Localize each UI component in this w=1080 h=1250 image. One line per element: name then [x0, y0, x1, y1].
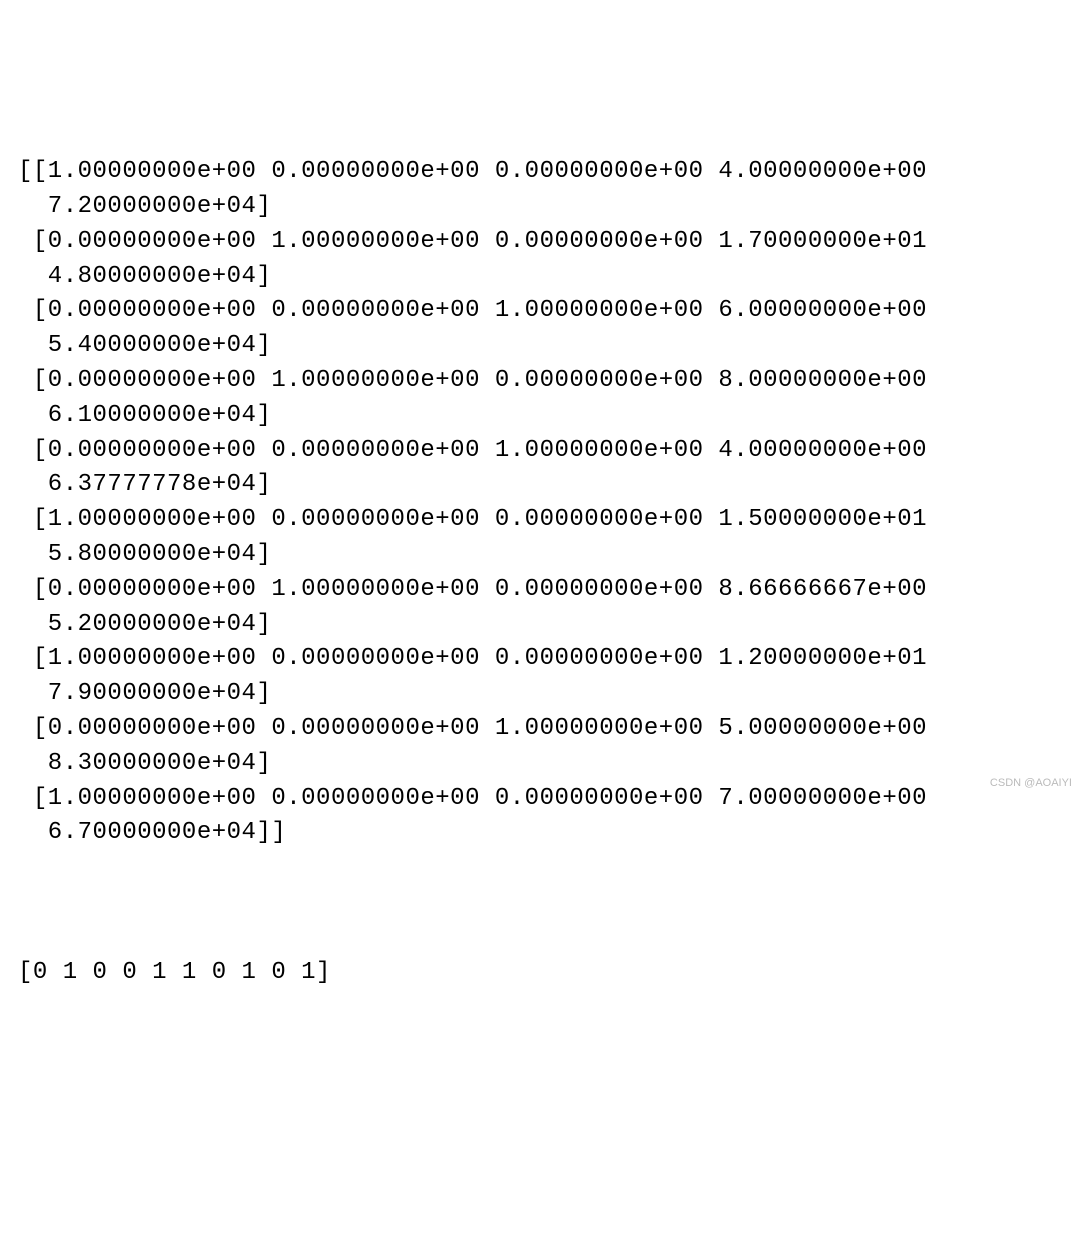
- matrix-output: [[1.00000000e+00 0.00000000e+00 0.000000…: [18, 155, 1064, 851]
- blank-gap: [18, 886, 1064, 921]
- watermark: CSDN @AOAIYI: [990, 776, 1072, 792]
- array-output: [0 1 0 0 1 1 0 1 0 1]: [18, 956, 1064, 991]
